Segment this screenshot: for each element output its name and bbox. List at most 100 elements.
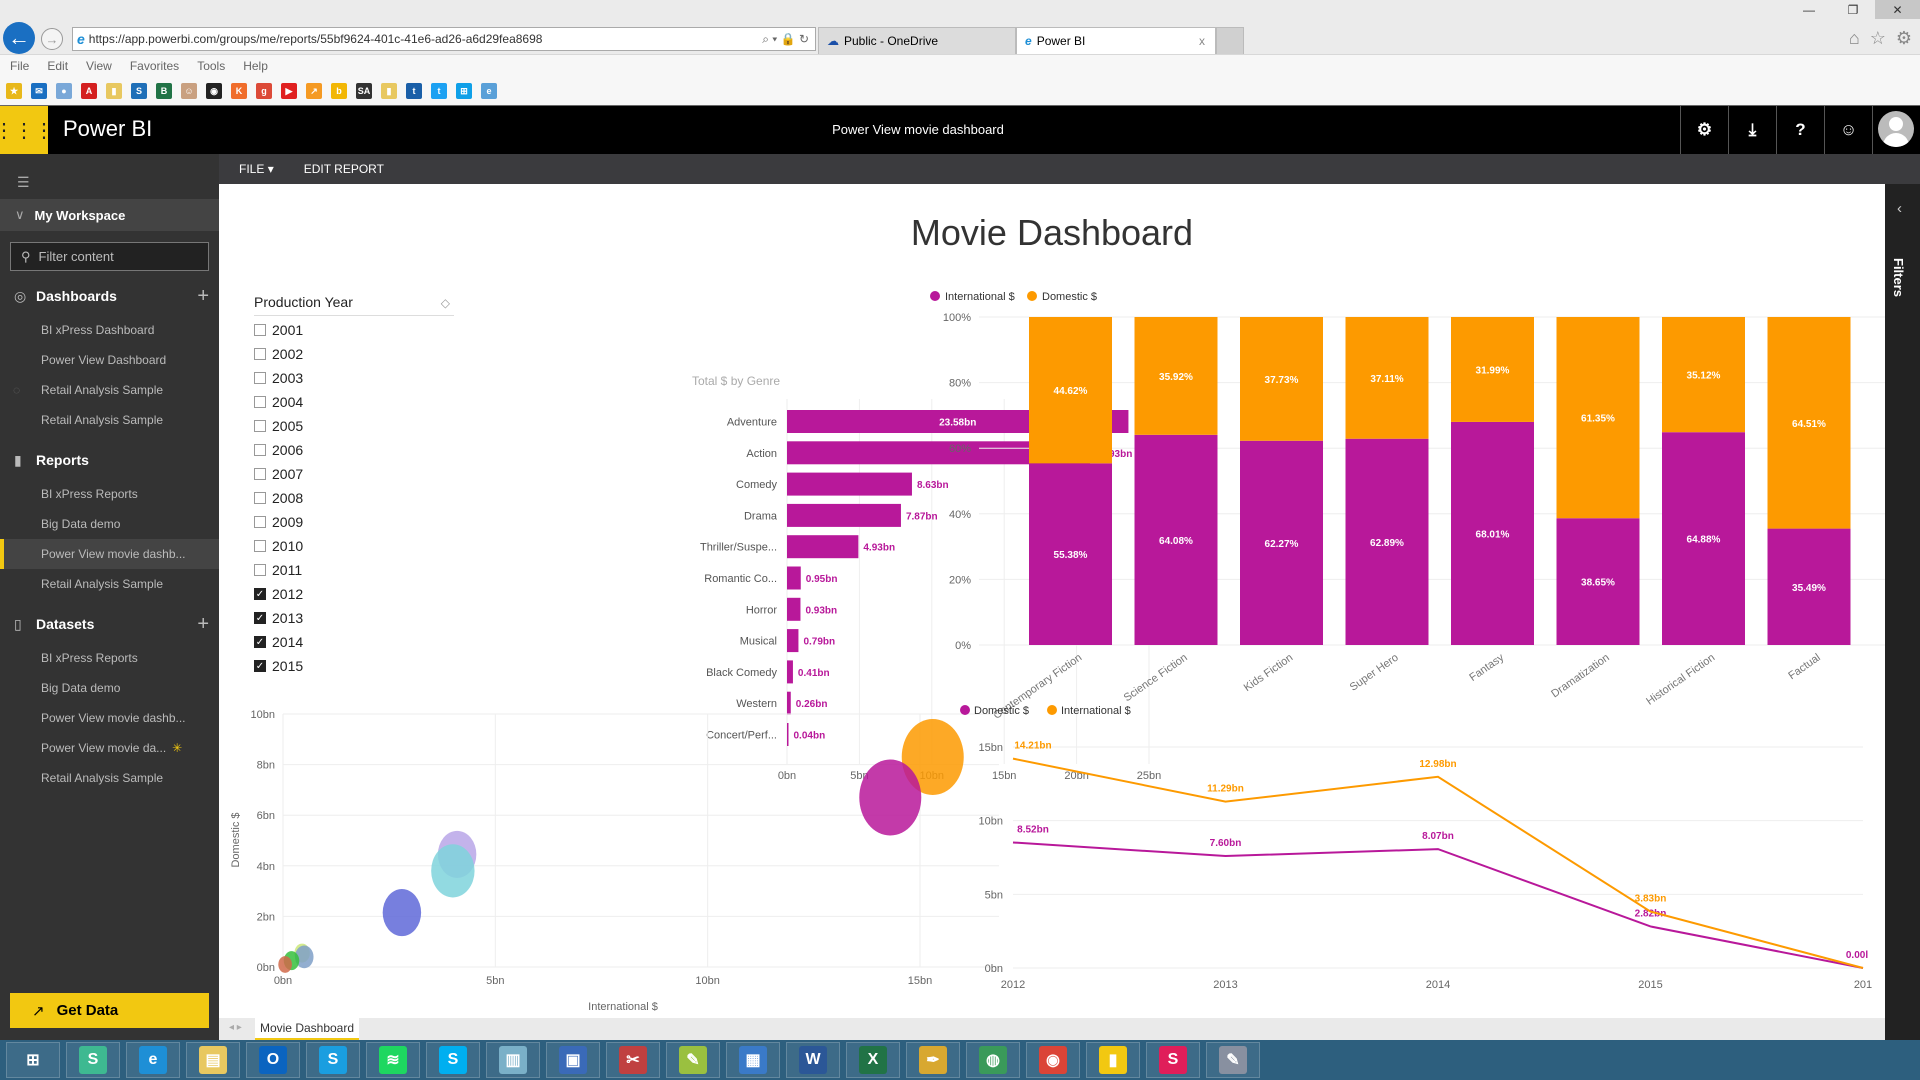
checkbox[interactable]: ✓ xyxy=(254,588,266,600)
file-menu-button[interactable]: FILE ▾ xyxy=(239,162,274,176)
workspace-selector[interactable]: ∨ My Workspace xyxy=(0,199,219,231)
slicer-item[interactable]: 2001 xyxy=(254,318,454,342)
checkbox[interactable] xyxy=(254,516,266,528)
taskbar-excel-button[interactable]: X xyxy=(846,1042,900,1078)
checkbox[interactable] xyxy=(254,444,266,456)
page-tab-movie-dashboard[interactable]: Movie Dashboard xyxy=(255,1018,359,1040)
address-bar[interactable]: e https://app.powerbi.com/groups/me/repo… xyxy=(72,27,816,51)
slicer-item[interactable]: 2003 xyxy=(254,366,454,390)
ie-page-icon[interactable]: e xyxy=(481,82,497,99)
checkbox[interactable] xyxy=(254,348,266,360)
taskbar-file-explorer-button[interactable]: ▤ xyxy=(186,1042,240,1078)
sidebar-item[interactable]: Retail Analysis Sample xyxy=(0,569,219,599)
taskbar-remote-desktop-button[interactable]: ▣ xyxy=(546,1042,600,1078)
taskbar-spotify-button[interactable]: ≋ xyxy=(366,1042,420,1078)
sidebar-item[interactable]: BI xPress Reports xyxy=(0,643,219,673)
taskbar-notepad-button[interactable]: ✎ xyxy=(666,1042,720,1078)
folder-icon[interactable]: ▮ xyxy=(106,82,122,99)
tab-powerbi[interactable]: e Power BI x xyxy=(1016,27,1216,54)
feedback-button[interactable]: ☺ xyxy=(1824,106,1872,154)
youtube-icon[interactable]: ▶ xyxy=(281,82,297,99)
filter-content-input[interactable]: ⚲ Filter content xyxy=(10,242,209,271)
taskbar-skype-business-button[interactable]: S xyxy=(306,1042,360,1078)
hamburger-menu-icon[interactable]: ☰ xyxy=(17,174,31,191)
add-favorite-icon[interactable]: ★ xyxy=(6,82,22,99)
taskbar-word-button[interactable]: W xyxy=(786,1042,840,1078)
minimize-icon[interactable]: — xyxy=(1787,0,1831,19)
bi-icon[interactable]: B xyxy=(156,82,172,99)
checkbox[interactable] xyxy=(254,324,266,336)
page-nav-arrows-icon[interactable]: ◂ ▸ xyxy=(229,1022,242,1033)
checkbox[interactable] xyxy=(254,492,266,504)
checkbox[interactable]: ✓ xyxy=(254,636,266,648)
taskbar-start-button[interactable]: ⊞ xyxy=(6,1042,60,1078)
folder-icon[interactable]: ▮ xyxy=(381,82,397,99)
analytics-icon[interactable]: ↗ xyxy=(306,82,322,99)
restore-icon[interactable]: ❐ xyxy=(1831,0,1875,19)
sa-icon[interactable]: SA xyxy=(356,82,372,99)
menu-favorites[interactable]: Favorites xyxy=(130,59,179,73)
menu-file[interactable]: File xyxy=(10,59,29,73)
taskbar-outlook-button[interactable]: O xyxy=(246,1042,300,1078)
taskbar-visio-button[interactable]: ▦ xyxy=(726,1042,780,1078)
checkbox[interactable] xyxy=(254,540,266,552)
taskbar-ie-button[interactable]: e xyxy=(126,1042,180,1078)
bing-icon[interactable]: b xyxy=(331,82,347,99)
sidebar-item[interactable]: Power View Dashboard xyxy=(0,345,219,375)
sidebar-item[interactable]: Retail Analysis Sample xyxy=(0,405,219,435)
download-button[interactable]: ⤓ xyxy=(1728,106,1776,154)
sidebar-item[interactable]: Big Data demo xyxy=(0,673,219,703)
sidebar-item[interactable]: Power View movie dashb... xyxy=(0,703,219,733)
home-icon[interactable]: ⌂ xyxy=(1849,28,1860,49)
tweetdeck-icon[interactable]: t xyxy=(406,82,422,99)
menu-tools[interactable]: Tools xyxy=(197,59,225,73)
sidebar-section-datasets[interactable]: ▯ Datasets + xyxy=(0,609,219,639)
add-icon[interactable]: + xyxy=(197,613,209,636)
tab-onedrive[interactable]: ☁ Public - OneDrive xyxy=(818,27,1016,54)
account-button[interactable] xyxy=(1872,106,1920,154)
sidebar-item[interactable]: Big Data demo xyxy=(0,509,219,539)
menu-edit[interactable]: Edit xyxy=(47,59,68,73)
menu-view[interactable]: View xyxy=(86,59,112,73)
get-data-button[interactable]: ↗ Get Data xyxy=(10,993,209,1028)
chevron-left-icon[interactable]: ‹ xyxy=(1897,200,1902,217)
new-tab-button[interactable] xyxy=(1216,27,1244,54)
taskbar-snipping-tool-button[interactable]: ✂ xyxy=(606,1042,660,1078)
owl-icon[interactable]: ◉ xyxy=(206,82,222,99)
favorites-star-icon[interactable]: ☆ xyxy=(1870,28,1886,49)
filters-pane[interactable]: ‹ Filters xyxy=(1885,184,1920,1040)
back-button[interactable]: ← xyxy=(3,22,35,54)
slicer-item[interactable]: 2009 xyxy=(254,510,454,534)
person-icon[interactable]: ☺ xyxy=(181,82,197,99)
add-icon[interactable]: + xyxy=(197,285,209,308)
slicer-item[interactable]: 2011 xyxy=(254,558,454,582)
slicer-item[interactable]: ✓ 2014 xyxy=(254,630,454,654)
adp-icon[interactable]: A xyxy=(81,82,97,99)
menu-help[interactable]: Help xyxy=(243,59,268,73)
address-tools-icon[interactable]: ⌕ ▾ 🔒 ↻ xyxy=(762,32,809,47)
slicer-item[interactable]: ✓ 2015 xyxy=(254,654,454,678)
sharepoint-icon[interactable]: S xyxy=(131,82,147,99)
sidebar-item[interactable]: Power View movie dashb... xyxy=(0,539,219,569)
checkbox[interactable] xyxy=(254,396,266,408)
slicer-item[interactable]: 2008 xyxy=(254,486,454,510)
edit-report-button[interactable]: EDIT REPORT xyxy=(304,162,384,176)
checkbox[interactable] xyxy=(254,420,266,432)
sidebar-section-dashboards[interactable]: ◎ Dashboards + xyxy=(0,281,219,311)
taskbar-slack-button[interactable]: S xyxy=(66,1042,120,1078)
taskbar-skype-button[interactable]: S xyxy=(426,1042,480,1078)
windows-icon[interactable]: ⊞ xyxy=(456,82,472,99)
slicer-item[interactable]: 2004 xyxy=(254,390,454,414)
slicer-item[interactable]: ✓ 2012 xyxy=(254,582,454,606)
sidebar-item[interactable]: ◌ Retail Analysis Sample xyxy=(0,375,219,405)
slicer-item[interactable]: 2005 xyxy=(254,414,454,438)
slicer-item[interactable]: 2007 xyxy=(254,462,454,486)
sidebar-item[interactable]: BI xPress Reports xyxy=(0,479,219,509)
checkbox[interactable] xyxy=(254,564,266,576)
help-button[interactable]: ? xyxy=(1776,106,1824,154)
settings-gear-icon[interactable]: ⚙ xyxy=(1896,28,1912,49)
taskbar-cisco-button[interactable]: ◍ xyxy=(966,1042,1020,1078)
taskbar-server-button[interactable]: ▥ xyxy=(486,1042,540,1078)
sidebar-item[interactable]: Retail Analysis Sample xyxy=(0,763,219,793)
lock-icon[interactable]: ● xyxy=(56,82,72,99)
